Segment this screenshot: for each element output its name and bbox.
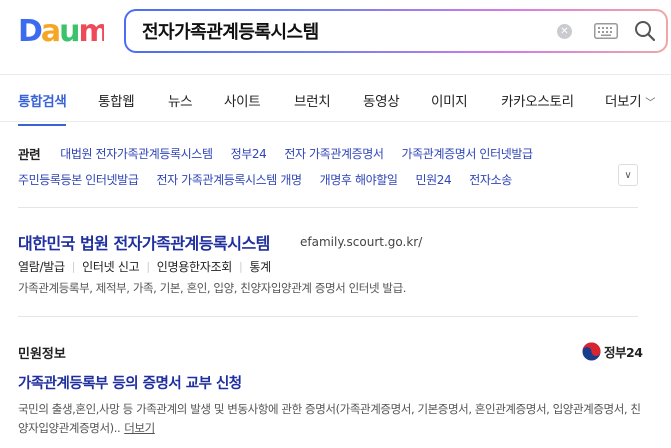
search-tabs: 통합검색 통합웹 뉴스 사이트 브런치 동영상 이미지 카카오스토리 더보기 ﹀ (0, 74, 671, 126)
related-link[interactable]: 주민등록등본 인터넷발급 (18, 171, 139, 188)
tab-web[interactable]: 통합웹 (98, 90, 135, 110)
gov24-badge[interactable]: 정부24 (582, 342, 643, 361)
separator: | (71, 260, 76, 273)
sitelink[interactable]: 인명용한자조회 (157, 258, 232, 275)
daum-logo[interactable]: Daum (18, 14, 104, 46)
related-label: 관련 (18, 146, 41, 162)
related-link[interactable]: 전자 가족관계등록시스템 개명 (156, 171, 302, 188)
sitelink[interactable]: 열람/발급 (18, 258, 65, 275)
svg-text:Daum: Daum (18, 14, 104, 46)
search-input[interactable]: 전자가족관계등록시스템 (142, 18, 557, 44)
sitelink[interactable]: 통계 (249, 258, 271, 275)
taegeuk-icon (582, 342, 601, 361)
civil-description-text: 국민의 출생,혼인,사망 등 가족관계의 발생 및 변동사항에 관한 증명서(가… (18, 402, 641, 435)
gov24-label: 정부24 (604, 345, 643, 360)
separator: | (146, 260, 150, 273)
clear-icon[interactable]: ✕ (557, 23, 572, 39)
sitelink[interactable]: 인터넷 신고 (82, 258, 140, 275)
related-link[interactable]: 전자소송 (469, 171, 512, 188)
result-title[interactable]: 대한민국 법원 전자가족관계등록시스템 (18, 230, 270, 254)
search-icon[interactable] (634, 20, 656, 42)
tab-video[interactable]: 동영상 (363, 90, 400, 110)
tab-site[interactable]: 사이트 (224, 90, 261, 110)
section-title: 민원정보 (18, 347, 66, 362)
result-url[interactable]: efamily.scourt.go.kr/ (300, 235, 422, 249)
result-description: 가족관계등록부, 제적부, 가족, 기본, 혼인, 입양, 친양자입양관계 증명… (18, 281, 407, 295)
related-link[interactable]: 정부24 (231, 145, 267, 162)
chevron-down-icon: ﹀ (645, 98, 656, 109)
civil-result-title[interactable]: 가족관계등록부 등의 증명서 교부 신청 (18, 372, 242, 393)
divider (18, 316, 638, 317)
related-link[interactable]: 대법원 전자가족관계등록시스템 (60, 145, 213, 162)
tab-brunch[interactable]: 브런치 (294, 90, 331, 110)
sitelinks: 열람/발급 | 인터넷 신고 | 인명용한자조회 | 통계 (18, 258, 271, 275)
related-link[interactable]: 민원24 (416, 171, 452, 188)
tab-kakaostory[interactable]: 카카오스토리 (501, 90, 574, 110)
separator: | (238, 260, 243, 273)
tab-news[interactable]: 뉴스 (168, 90, 193, 110)
tab-more-label: 더보기 (605, 94, 642, 110)
civil-result-description: 국민의 출생,혼인,사망 등 가족관계의 발생 및 변동사항에 관한 증명서(가… (18, 400, 648, 438)
divider (18, 207, 638, 208)
expand-related-button[interactable]: ∨ (618, 164, 638, 186)
search-box[interactable]: 전자가족관계등록시스템 ✕ (124, 9, 668, 53)
related-searches: 관련 대법원 전자가족관계등록시스템 정부24 전자 가족관계증명서 가족관계증… (18, 140, 638, 192)
tab-image[interactable]: 이미지 (431, 90, 468, 110)
tab-integrated[interactable]: 통합검색 (18, 90, 67, 126)
related-link[interactable]: 전자 가족관계증명서 (284, 145, 384, 162)
keyboard-icon[interactable] (594, 23, 618, 39)
more-link[interactable]: 더보기 (124, 421, 155, 435)
related-link[interactable]: 개명후 해야할일 (320, 171, 398, 188)
tab-more[interactable]: 더보기 ﹀ (605, 90, 655, 110)
related-link[interactable]: 가족관계증명서 인터넷발급 (402, 145, 534, 162)
